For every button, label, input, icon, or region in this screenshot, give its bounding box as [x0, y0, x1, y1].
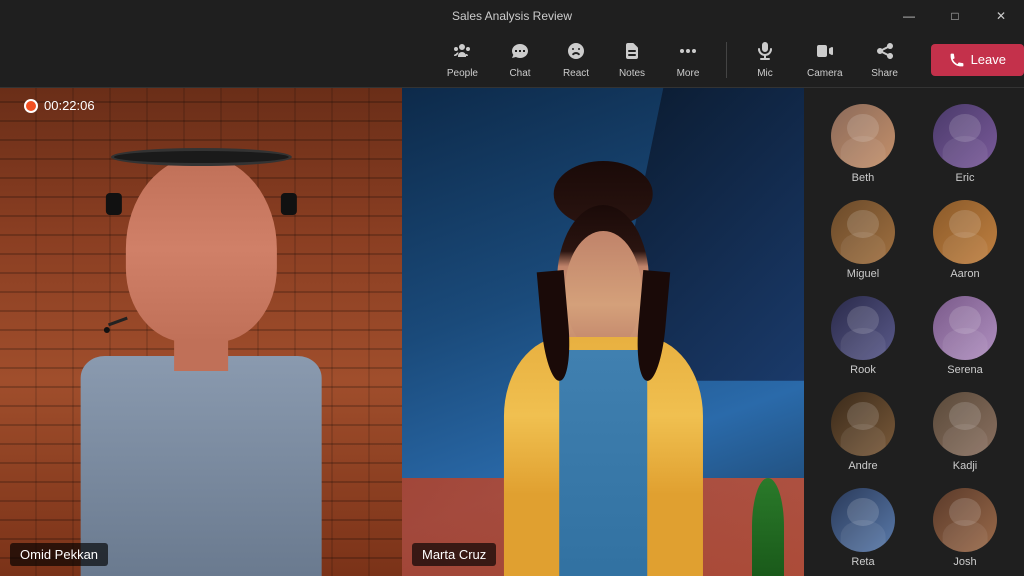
people-icon: [452, 41, 472, 66]
recording-dot: [24, 99, 38, 113]
more-icon: [678, 41, 698, 66]
participant-item-eric[interactable]: Eric: [914, 96, 1016, 192]
headset-band: [111, 148, 292, 166]
participant-name-aaron: Aaron: [950, 268, 979, 280]
more-label: More: [677, 68, 700, 79]
participant-item-miguel[interactable]: Miguel: [812, 192, 914, 288]
mic-icon: [755, 41, 775, 66]
headset-left-cup: [106, 193, 122, 215]
participant-item-kadji[interactable]: Kadji: [914, 384, 1016, 480]
avatar-aaron: [933, 200, 997, 264]
mic-label: Mic: [757, 68, 773, 79]
notes-icon: [622, 41, 642, 66]
recording-time: 00:22:06: [44, 98, 95, 113]
toolbar: 00:22:06 People Chat React: [0, 32, 1024, 88]
omid-body: [80, 356, 321, 576]
recording-indicator: 00:22:06: [12, 98, 95, 113]
participant-name-josh: Josh: [953, 556, 976, 568]
avatar-josh: [933, 488, 997, 552]
minimize-button[interactable]: —: [886, 0, 932, 32]
avatar-kadji: [933, 392, 997, 456]
chat-button[interactable]: Chat: [494, 37, 546, 83]
react-icon: [566, 41, 586, 66]
camera-button[interactable]: Camera: [795, 37, 855, 83]
headset-mic-ball: [104, 327, 110, 333]
chat-label: Chat: [509, 68, 530, 79]
marta-name-tag: Marta Cruz: [412, 543, 496, 566]
title-bar: Sales Analysis Review — □ ✕: [0, 0, 1024, 32]
avatar-reta: [831, 488, 895, 552]
participant-item-aaron[interactable]: Aaron: [914, 192, 1016, 288]
react-label: React: [563, 68, 589, 79]
participant-name-serena: Serena: [947, 364, 982, 376]
participant-name-kadji: Kadji: [953, 460, 977, 472]
plant-decoration: [752, 478, 784, 576]
mic-button[interactable]: Mic: [739, 37, 791, 83]
leave-label: Leave: [971, 52, 1006, 67]
notes-button[interactable]: Notes: [606, 37, 658, 83]
close-button[interactable]: ✕: [978, 0, 1024, 32]
avatar-eric: [933, 104, 997, 168]
omid-video: [0, 88, 402, 576]
maximize-button[interactable]: □: [932, 0, 978, 32]
omid-figure: [50, 88, 352, 576]
people-button[interactable]: People: [435, 37, 490, 83]
participant-name-reta: Reta: [851, 556, 874, 568]
participant-name-andre: Andre: [848, 460, 877, 472]
react-button[interactable]: React: [550, 37, 602, 83]
camera-label: Camera: [807, 68, 843, 79]
avatar-miguel: [831, 200, 895, 264]
more-button[interactable]: More: [662, 37, 714, 83]
video-tile-marta: Marta Cruz: [402, 88, 804, 576]
people-label: People: [447, 68, 478, 79]
avatar-andre: [831, 392, 895, 456]
camera-icon: [815, 41, 835, 66]
participant-name-beth: Beth: [852, 172, 875, 184]
marta-video: [402, 88, 804, 576]
share-button[interactable]: Share: [859, 37, 911, 83]
participant-item-andre[interactable]: Andre: [812, 384, 914, 480]
omid-head: [126, 156, 277, 341]
participant-grid: Beth Eric Miguel Aaron Rook Serena Andre: [804, 96, 1024, 576]
participant-name-eric: Eric: [956, 172, 975, 184]
marta-figure-container: [492, 161, 713, 576]
headset-right-cup: [280, 193, 296, 215]
participant-name-rook: Rook: [850, 364, 876, 376]
avatar-beth: [831, 104, 895, 168]
participant-item-beth[interactable]: Beth: [812, 96, 914, 192]
headset-mic-arm: [108, 317, 128, 327]
main-video-area: Omid Pekkan: [0, 88, 804, 576]
share-icon: [875, 41, 895, 66]
omid-name-tag: Omid Pekkan: [10, 543, 108, 566]
leave-button[interactable]: Leave: [931, 44, 1024, 76]
participant-sidebar: Beth Eric Miguel Aaron Rook Serena Andre: [804, 88, 1024, 576]
marta-inner-top: [559, 350, 647, 576]
leave-icon: [949, 52, 965, 68]
participant-name-miguel: Miguel: [847, 268, 879, 280]
avatar-rook: [831, 296, 895, 360]
share-label: Share: [871, 68, 898, 79]
participant-item-josh[interactable]: Josh: [914, 480, 1016, 576]
video-tile-omid: Omid Pekkan: [0, 88, 402, 576]
participant-item-reta[interactable]: Reta: [812, 480, 914, 576]
chat-icon: [510, 41, 530, 66]
toolbar-divider: [726, 42, 727, 78]
window-title: Sales Analysis Review: [452, 9, 572, 23]
window-controls: — □ ✕: [886, 0, 1024, 32]
notes-label: Notes: [619, 68, 645, 79]
participant-item-serena[interactable]: Serena: [914, 288, 1016, 384]
participant-item-rook[interactable]: Rook: [812, 288, 914, 384]
avatar-serena: [933, 296, 997, 360]
